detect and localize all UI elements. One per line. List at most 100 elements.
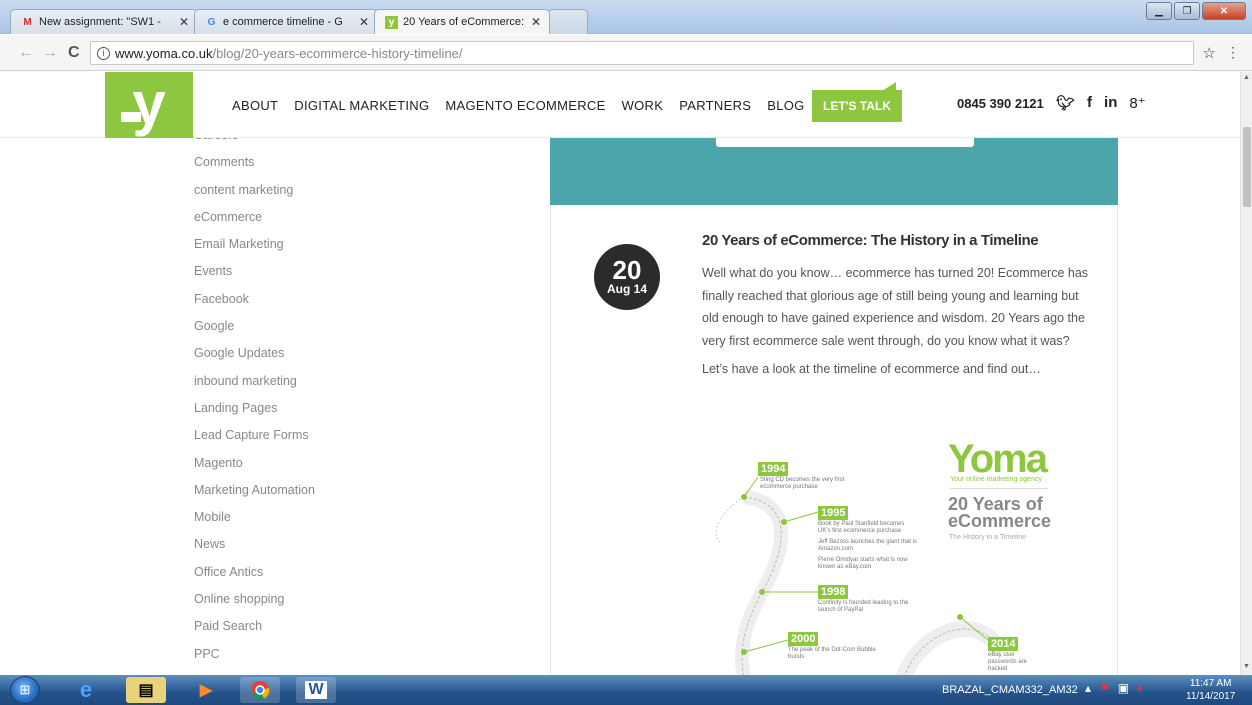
google-plus-icon[interactable]: 8⁺ <box>1129 94 1145 112</box>
post-date-day: 20 <box>612 255 642 285</box>
yoma-tagline: Your online marketing agency <box>950 476 1042 483</box>
sidebar-category-link[interactable]: Google <box>194 313 444 340</box>
timeline-event-text: Sting CD becomes the very first ecommerc… <box>760 477 845 490</box>
file-explorer-icon[interactable]: ▤ <box>126 677 166 703</box>
system-clock[interactable]: 11:47 AM 11/14/2017 <box>1186 677 1235 703</box>
sidebar-category-link[interactable]: Email Marketing <box>194 231 444 258</box>
info-icon[interactable]: i <box>97 46 110 60</box>
media-player-icon[interactable]: ▶ <box>186 677 226 703</box>
window-controls: ▁ ❐ ✕ <box>1146 2 1246 20</box>
timeline-year-1995: 1995 <box>818 506 849 520</box>
lets-talk-button[interactable]: LET'S TALK <box>812 82 902 122</box>
tab-google-search[interactable]: G e commerce timeline - G ✕ <box>194 9 378 34</box>
scrollbar-thumb[interactable] <box>1243 127 1251 207</box>
scroll-down-icon[interactable]: ▼ <box>1243 663 1250 670</box>
tab-yoma-active[interactable]: y 20 Years of eCommerce: ✕ <box>374 9 550 34</box>
sidebar-category-link[interactable]: eCommerce <box>194 204 444 231</box>
page-scrollbar[interactable]: ▲ ▼ <box>1240 72 1252 675</box>
timeline-event-text: Pierre Omidyar starts what is now known … <box>818 557 908 570</box>
facebook-icon[interactable]: f <box>1087 94 1092 112</box>
back-icon[interactable]: ← <box>18 44 34 62</box>
nav-blog[interactable]: BLOG <box>767 98 804 113</box>
restore-icon[interactable]: ❐ <box>1174 2 1200 20</box>
browser-tab-bar: M New assignment: "SW1 - ✕ G e commerce … <box>0 0 1252 34</box>
post-paragraph: Let’s have a look at the timeline of eco… <box>702 362 1041 376</box>
timeline-year-1998: 1998 <box>818 585 849 599</box>
post-date-month: Aug 14 <box>606 282 647 296</box>
reload-icon[interactable]: C <box>68 44 80 62</box>
network-icon[interactable]: ▣ <box>1118 681 1129 696</box>
sidebar-category-link[interactable]: inbound marketing <box>194 368 444 395</box>
tray-expand-icon[interactable]: ▴ <box>1085 681 1091 696</box>
tab-gmail[interactable]: M New assignment: "SW1 - ✕ <box>10 9 198 34</box>
browser-menu-icon[interactable]: ⋮ <box>1226 44 1240 61</box>
sidebar-category-link[interactable]: Mobile <box>194 504 444 531</box>
internet-explorer-icon[interactable]: e <box>66 677 106 703</box>
tab-label: New assignment: "SW1 - <box>39 16 161 28</box>
url-input[interactable]: i www.yoma.co.uk/blog/20-years-ecommerce… <box>90 41 1194 65</box>
nav-partners[interactable]: PARTNERS <box>679 98 751 113</box>
sidebar-category-link[interactable]: Magento <box>194 450 444 477</box>
sidebar-category-link[interactable]: Lead Capture Forms <box>194 422 444 449</box>
twitter-icon[interactable]: 🐦︎ <box>1056 94 1075 112</box>
sidebar-category-link[interactable]: Facebook <box>194 286 444 313</box>
tray-label[interactable]: BRAZAL_CMAM332_AM32 <box>942 684 1078 696</box>
post-date-badge: 20 Aug 14 <box>594 244 660 310</box>
timeline-event-text: Confinity is founded leading to the laun… <box>818 600 909 613</box>
timeline-infographic[interactable]: 1994 Sting CD becomes the very first eco… <box>700 432 1060 675</box>
timeline-event-text: eBay user passwords are hacked <box>988 652 1028 672</box>
address-bar-row: ← → C i www.yoma.co.uk/blog/20-years-eco… <box>0 35 1252 71</box>
sidebar-category-link[interactable]: Google Updates <box>194 340 444 367</box>
sidebar-category-link[interactable]: PPC <box>194 641 444 668</box>
scroll-up-icon[interactable]: ▲ <box>1243 74 1250 81</box>
divider <box>950 488 1048 489</box>
sidebar-category-link[interactable]: Office Antics <box>194 559 444 586</box>
sidebar-category-link[interactable]: content marketing <box>194 177 444 204</box>
tab-close-icon[interactable]: ✕ <box>531 15 541 29</box>
clock-date: 11/14/2017 <box>1186 691 1236 702</box>
close-window-icon[interactable]: ✕ <box>1202 2 1246 20</box>
sidebar-category-link[interactable]: Marketing Automation <box>194 477 444 504</box>
chrome-icon[interactable] <box>240 677 280 703</box>
tab-label: e commerce timeline - G <box>223 16 343 28</box>
sidebar-category-link[interactable]: Online shopping <box>194 586 444 613</box>
linkedin-icon[interactable]: in <box>1104 94 1117 112</box>
minimize-icon[interactable]: ▁ <box>1146 2 1172 20</box>
timeline-year-2000: 2000 <box>788 632 819 646</box>
timeline-event-text: The peak of the Dot-Com Bubble bursts <box>788 647 876 660</box>
search-form-box[interactable] <box>716 138 974 147</box>
site-header: y ABOUT DIGITAL MARKETING MAGENTO ECOMME… <box>0 72 1240 138</box>
nav-digital-marketing[interactable]: DIGITAL MARKETING <box>294 98 429 113</box>
nav-about[interactable]: ABOUT <box>232 98 278 113</box>
sidebar-category-link[interactable]: Comments <box>194 149 444 176</box>
sidebar-category-link[interactable]: Paid Search <box>194 613 444 640</box>
action-center-flag-icon[interactable]: ⚑ <box>1099 681 1110 696</box>
yoma-icon: y <box>385 15 398 29</box>
infographic-subheading: The History in a Timeline <box>949 534 1027 541</box>
sidebar-category-link[interactable]: Events <box>194 258 444 285</box>
start-button-icon[interactable]: ⊞ <box>10 676 40 704</box>
nav-magento-ecommerce[interactable]: MAGENTO ECOMMERCE <box>445 98 605 113</box>
system-tray: ▴ ⚑ ▣ 🔈︎ <box>1085 681 1144 696</box>
bookmark-star-icon[interactable]: ☆ <box>1203 44 1216 62</box>
phone-number[interactable]: 0845 390 2121 <box>957 96 1044 111</box>
nav-work[interactable]: WORK <box>622 98 664 113</box>
timeline-year-1994: 1994 <box>758 462 789 476</box>
timeline-year-2014: 2014 <box>988 637 1019 651</box>
sidebar-category-link[interactable]: News <box>194 531 444 558</box>
tab-close-icon[interactable]: ✕ <box>179 15 189 29</box>
forward-icon[interactable]: → <box>42 44 58 62</box>
clock-time: 11:47 AM <box>1189 678 1232 689</box>
word-icon[interactable]: W <box>296 677 336 703</box>
tab-close-icon[interactable]: ✕ <box>359 15 369 29</box>
new-tab-button[interactable] <box>548 9 588 34</box>
social-links: 🐦︎ f in 8⁺ <box>1056 94 1146 112</box>
windows-taskbar: ⊞ e ▤ ▶ W BRAZAL_CMAM332_AM32 ▴ ⚑ ▣ 🔈︎ 1… <box>0 675 1252 705</box>
post-paragraph: Well what do you know… ecommerce has tur… <box>702 266 1089 348</box>
gmail-icon: M <box>23 16 32 28</box>
site-logo[interactable]: y <box>105 72 193 138</box>
sidebar-category-link[interactable]: Landing Pages <box>194 395 444 422</box>
url-path: /blog/20-years-ecommerce-history-timelin… <box>212 45 463 61</box>
volume-icon[interactable]: 🔈︎ <box>1137 681 1144 696</box>
post-title[interactable]: 20 Years of eCommerce: The History in a … <box>702 232 1039 249</box>
